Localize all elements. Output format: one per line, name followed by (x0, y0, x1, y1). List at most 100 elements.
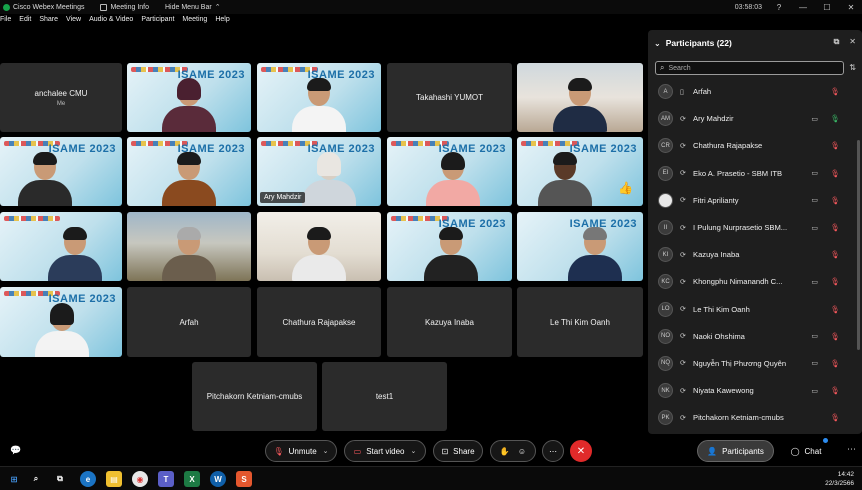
computer-audio-icon: ⟳ (680, 197, 686, 205)
mic-muted-icon[interactable]: 🎙 (830, 250, 840, 259)
mic-muted-icon[interactable]: 🎙 (830, 169, 840, 178)
excel-icon[interactable]: X (184, 471, 200, 487)
help-icon[interactable]: ? (772, 3, 786, 12)
edge-icon[interactable]: e (80, 471, 96, 487)
video-tile-chathura[interactable]: Chathura Rajapakse (257, 287, 381, 357)
share-button[interactable]: ⊡ Share (433, 440, 483, 462)
menu-audio-video[interactable]: Audio & Video (89, 16, 133, 29)
video-tile[interactable] (517, 63, 643, 132)
chevron-down-icon[interactable]: ⌄ (410, 447, 416, 455)
participant-row[interactable]: A ▯ Arfah 🎙 (648, 78, 854, 105)
chevron-down-icon[interactable]: ⌄ (654, 39, 661, 48)
chevron-down-icon[interactable]: ⌄ (323, 447, 329, 455)
video-tile[interactable] (127, 212, 251, 281)
video-tile-ary[interactable]: ISAME 2023 Ary Mahdzir (257, 137, 381, 206)
start-video-label: Start video (366, 446, 405, 456)
mic-muted-icon[interactable]: 🎙 (830, 332, 840, 341)
close-button[interactable]: ✕ (844, 3, 858, 12)
mic-muted-icon[interactable]: 🎙 (830, 196, 840, 205)
participant-row[interactable]: KI ⟳ Kazuya Inaba 🎙 (648, 241, 854, 268)
minimize-button[interactable]: — (796, 3, 810, 12)
shield-icon (100, 3, 108, 11)
computer-audio-icon: ⟳ (680, 224, 686, 232)
start-video-button[interactable]: ▭ Start video ⌄ (344, 440, 426, 462)
video-tile-le-thi[interactable]: Le Thi Kim Oanh (517, 287, 643, 357)
unmute-button[interactable]: 🎙 Unmute ⌄ (265, 440, 337, 462)
sort-icon[interactable]: ⇅ (849, 63, 856, 72)
video-tile-anchalee[interactable]: anchalee CMU Me (0, 63, 122, 132)
meeting-info-button[interactable]: Meeting Info (100, 3, 149, 11)
participant-row[interactable]: NO ⟳ Naoki Ohshima ▭ 🎙 (648, 323, 854, 350)
app-icon[interactable]: S (236, 471, 252, 487)
close-icon[interactable]: ✕ (849, 37, 856, 47)
mic-muted-icon[interactable]: 🎙 (830, 223, 840, 232)
video-tile[interactable]: ISAME 2023 (517, 212, 643, 281)
video-tile[interactable]: ISAME 2023 (0, 137, 122, 206)
video-tile[interactable]: ISAME 2023 👍 (517, 137, 643, 206)
participant-row[interactable]: KC ⟳ Khongphu Nimanandh C... ▭ 🎙 (648, 268, 854, 295)
participants-panel: ⌄ Participants (22) ⧉ ✕ ⌕ Search ⇅ A ▯ Arf… (648, 30, 862, 434)
menu-share[interactable]: Share (39, 16, 58, 29)
video-tile[interactable]: ISAME 2023 (0, 287, 122, 357)
participant-name: Khongphu Nimanandh C... (693, 277, 783, 287)
participant-row[interactable]: PK ⟳ Pitchakorn Ketniam-cmubs 🎙 (648, 404, 854, 431)
participant-row[interactable]: NK ⟳ Niyata Kawewong ▭ 🎙 (648, 377, 854, 404)
video-tile-kazuya[interactable]: Kazuya Inaba (387, 287, 512, 357)
participant-row[interactable]: LO ⟳ Le Thi Kim Oanh 🎙 (648, 296, 854, 323)
hide-menu-bar-button[interactable]: Hide Menu Bar ⌃ (165, 3, 221, 12)
menu-meeting[interactable]: Meeting (182, 16, 207, 29)
participant-row[interactable]: ⟳ Fitri Aprilianty ▭ 🎙 (648, 187, 854, 214)
menu-help[interactable]: Help (215, 16, 229, 29)
video-tile[interactable]: ISAME 2023 (387, 212, 512, 281)
mic-muted-icon[interactable]: 🎙 (830, 413, 840, 422)
video-tile-takahashi[interactable]: Takahashi YUMOT (387, 63, 512, 132)
video-tile-test1[interactable]: test1 (322, 362, 447, 431)
participant-row[interactable]: II ⟳ I Pulung Nurprasetio SBM... ▭ 🎙 (648, 214, 854, 241)
leave-meeting-button[interactable]: ✕ (570, 440, 592, 462)
more-options-button[interactable]: ⋯ (542, 440, 564, 462)
reactions-button[interactable]: ✋ ☺ (490, 440, 536, 462)
mic-on-icon[interactable]: 🎙 (830, 114, 840, 123)
participant-video (567, 225, 623, 281)
computer-audio-icon: ⟳ (680, 170, 686, 178)
video-tile[interactable]: ISAME 2023 (127, 137, 251, 206)
video-tile-arfah[interactable]: Arfah (127, 287, 251, 357)
participant-list-scrollbar[interactable] (857, 140, 860, 350)
maximize-button[interactable]: ☐ (820, 3, 834, 12)
mic-muted-icon[interactable]: 🎙 (830, 386, 840, 395)
mic-muted-icon[interactable]: 🎙 (830, 277, 840, 286)
video-tile[interactable]: ISAME 2023 (387, 137, 512, 206)
search-icon[interactable]: ⌕ (28, 471, 44, 487)
menu-file[interactable]: File (0, 16, 11, 29)
participant-row[interactable]: NQ ⟳ Nguyễn Thị Phương Quyên ▭ 🎙 (648, 350, 854, 377)
more-icon[interactable]: ⋯ (847, 444, 856, 455)
participant-row[interactable]: EI ⟳ Eko A. Prasetio - SBM ITB ▭ 🎙 (648, 160, 854, 187)
video-tile-pitchakorn[interactable]: Pitchakorn Ketniam-cmubs (192, 362, 317, 431)
video-tile[interactable] (257, 212, 381, 281)
captions-icon[interactable]: 💬 (10, 445, 21, 456)
mic-muted-icon[interactable]: 🎙 (830, 141, 840, 150)
file-explorer-icon[interactable]: ▤ (106, 471, 122, 487)
video-tile[interactable]: ISAME 2023 (257, 63, 381, 132)
menu-participant[interactable]: Participant (141, 16, 174, 29)
task-view-icon[interactable]: ⧉ (52, 471, 68, 487)
participant-row[interactable]: AM ⟳ Ary Mahdzir ▭ 🎙 (648, 105, 854, 132)
mic-muted-icon[interactable]: 🎙 (830, 305, 840, 314)
video-tile[interactable]: ISAME 2023 (127, 63, 251, 132)
chevron-up-icon: ⌃ (214, 4, 221, 11)
video-tile[interactable] (0, 212, 122, 281)
pop-out-icon[interactable]: ⧉ (834, 37, 840, 47)
teams-icon[interactable]: T (158, 471, 174, 487)
chat-button[interactable]: ◯ Chat (782, 440, 830, 462)
menu-view[interactable]: View (66, 16, 81, 29)
webex-icon[interactable]: W (210, 471, 226, 487)
mic-muted-icon[interactable]: 🎙 (830, 359, 840, 368)
windows-start-icon[interactable]: ⊞ (6, 471, 22, 487)
chrome-icon[interactable]: ◉ (132, 471, 148, 487)
app-title-text: Cisco Webex Meetings (13, 3, 85, 11)
mic-muted-icon[interactable]: 🎙 (830, 87, 840, 96)
menu-edit[interactable]: Edit (19, 16, 31, 29)
participant-row[interactable]: CR ⟳ Chathura Rajapakse 🎙 (648, 132, 854, 159)
participants-button[interactable]: 👤 Participants (697, 440, 774, 462)
participant-search-input[interactable]: ⌕ Search (655, 61, 844, 75)
